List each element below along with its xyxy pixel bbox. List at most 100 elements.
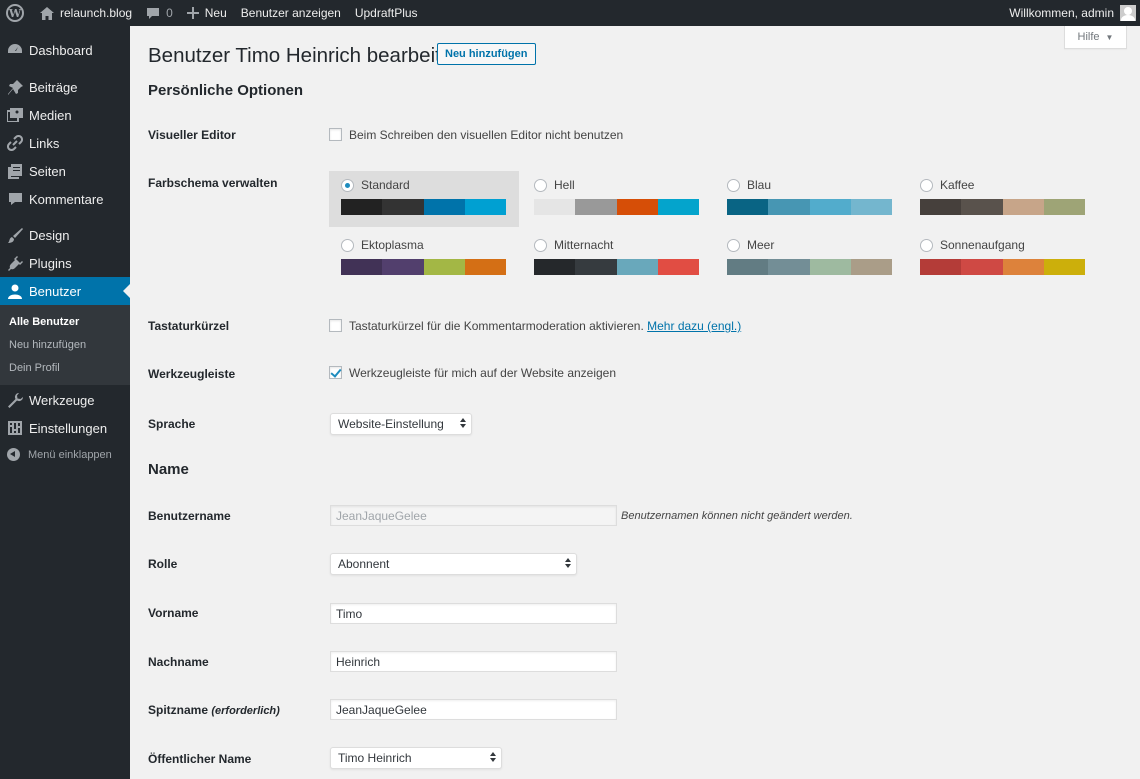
menu-posts[interactable]: Beiträge (0, 73, 130, 101)
keyboard-shortcuts-checkbox-label: Tastaturkürzel für die Kommentarmoderati… (349, 319, 741, 333)
first-name-value: Timo (336, 606, 363, 621)
menu-users[interactable]: Benutzer (0, 277, 130, 305)
role-select-value: Abonnent (338, 557, 390, 571)
color-scheme-option[interactable]: Blau (715, 171, 905, 227)
required-marker: (erforderlich) (211, 705, 280, 717)
color-scheme-option[interactable]: Standard (329, 171, 519, 227)
color-swatch (657, 199, 699, 215)
first-name-input[interactable]: Timo (330, 603, 617, 624)
color-scheme-name: Mitternacht (554, 238, 614, 252)
language-select[interactable]: Website-Einstellung (330, 413, 472, 435)
color-scheme-option[interactable]: Ektoplasma (329, 231, 519, 287)
keyboard-shortcuts-label: Tastaturkürzel (148, 319, 230, 333)
comments-link[interactable]: 0 (139, 0, 180, 26)
color-scheme-option[interactable]: Mitternacht (522, 231, 712, 287)
menu-media[interactable]: Medien (0, 101, 130, 129)
color-scheme-name: Standard (361, 178, 410, 192)
last-name-input[interactable]: Heinrich (330, 651, 617, 672)
updraftplus-link[interactable]: UpdraftPlus (348, 0, 425, 26)
color-swatch (809, 199, 851, 215)
display-name-select[interactable]: Timo Heinrich (330, 747, 502, 769)
color-scheme-option[interactable]: Hell (522, 171, 712, 227)
learn-more-link[interactable]: Mehr dazu (engl.) (647, 319, 741, 333)
help-button[interactable]: Hilfe ▼ (1064, 26, 1127, 49)
color-scheme-radio[interactable] (534, 179, 547, 192)
color-swatch (920, 199, 962, 215)
visual-editor-checkbox-label: Beim Schreiben den visuellen Editor nich… (349, 128, 624, 142)
color-swatch (616, 199, 658, 215)
color-scheme-option[interactable]: Meer (715, 231, 905, 287)
menu-tools[interactable]: Werkzeuge (0, 386, 130, 414)
username-input: JeanJaqueGelee (330, 505, 617, 526)
add-new-button[interactable]: Neu hinzufügen (437, 43, 536, 65)
color-scheme-name: Hell (554, 178, 575, 192)
color-scheme-label: Farbschema verwalten (148, 176, 278, 190)
language-label: Sprache (148, 417, 196, 431)
account-menu[interactable]: Willkommen, admin (1009, 5, 1140, 21)
menu-links[interactable]: Links (0, 129, 130, 157)
color-scheme-radio[interactable] (341, 179, 354, 192)
nickname-input[interactable]: JeanJaqueGelee (330, 699, 617, 720)
color-swatch (657, 259, 699, 275)
keyboard-shortcuts-checkbox[interactable] (329, 319, 342, 332)
username-label: Benutzername (148, 509, 231, 523)
role-select[interactable]: Abonnent (330, 553, 577, 575)
color-scheme-radio[interactable] (341, 239, 354, 252)
nickname-label-text: Spitzname (148, 703, 209, 717)
color-scheme-radio[interactable] (920, 239, 933, 252)
color-scheme-option[interactable]: Kaffee (908, 171, 1098, 227)
color-scheme-radio[interactable] (727, 239, 740, 252)
submenu-add-new[interactable]: Neu hinzufügen (9, 339, 86, 351)
submenu-all-users[interactable]: Alle Benutzer (9, 316, 79, 328)
menu-plugins[interactable]: Plugins (0, 249, 130, 277)
media-icon (7, 107, 23, 123)
color-scheme-name: Ektoplasma (361, 238, 424, 252)
color-swatch (341, 199, 383, 215)
menu-dashboard[interactable]: Dashboard (0, 36, 130, 64)
menu-settings[interactable]: Einstellungen (0, 414, 130, 442)
comments-count: 0 (166, 6, 173, 20)
menu-label: Dashboard (29, 42, 93, 58)
display-name-select-value: Timo Heinrich (338, 751, 412, 765)
color-swatches (341, 259, 506, 275)
color-swatch (616, 259, 658, 275)
color-scheme-name: Meer (747, 238, 775, 252)
color-scheme-radio[interactable] (534, 239, 547, 252)
color-swatches (341, 199, 506, 215)
collapse-label: Menü einklappen (28, 448, 112, 461)
color-scheme-option[interactable]: Sonnenaufgang (908, 231, 1098, 287)
color-swatches (534, 259, 699, 275)
menu-label: Design (29, 227, 70, 243)
new-content-link[interactable]: Neu (180, 0, 234, 26)
pin-icon (7, 79, 23, 95)
help-label: Hilfe (1077, 31, 1100, 43)
username-description: Benutzernamen können nicht geändert werd… (621, 510, 853, 522)
menu-label: Seiten (29, 163, 66, 179)
color-swatch (464, 199, 506, 215)
wordpress-logo-button[interactable]: W (0, 0, 33, 26)
collapse-menu-button[interactable]: Menü einklappen (7, 448, 112, 461)
site-name-link[interactable]: relaunch.blog (33, 0, 139, 26)
admin-bar: W relaunch.blog 0 Neu Benutzer anzeigen … (0, 0, 1140, 26)
menu-label: Links (29, 135, 60, 151)
menu-pages[interactable]: Seiten (0, 157, 130, 185)
menu-design[interactable]: Design (0, 221, 130, 249)
color-scheme-name: Sonnenaufgang (940, 238, 1025, 252)
color-scheme-radio[interactable] (727, 179, 740, 192)
menu-comments[interactable]: Kommentare (0, 185, 130, 213)
color-swatch (464, 259, 506, 275)
color-scheme-name: Kaffee (940, 178, 975, 192)
username-value: JeanJaqueGelee (336, 508, 427, 523)
color-swatch (809, 259, 851, 275)
visual-editor-checkbox[interactable] (329, 128, 342, 141)
personal-options-heading: Persönliche Optionen (148, 82, 304, 99)
link-icon (7, 135, 23, 151)
color-scheme-radio[interactable] (920, 179, 933, 192)
language-select-value: Website-Einstellung (338, 417, 444, 431)
menu-label: Benutzer (29, 283, 82, 299)
submenu-your-profile[interactable]: Dein Profil (9, 362, 60, 374)
view-users-link[interactable]: Benutzer anzeigen (234, 0, 348, 26)
visual-editor-label: Visueller Editor (148, 128, 236, 142)
updraftplus-label: UpdraftPlus (354, 6, 418, 20)
toolbar-checkbox[interactable] (329, 366, 342, 379)
